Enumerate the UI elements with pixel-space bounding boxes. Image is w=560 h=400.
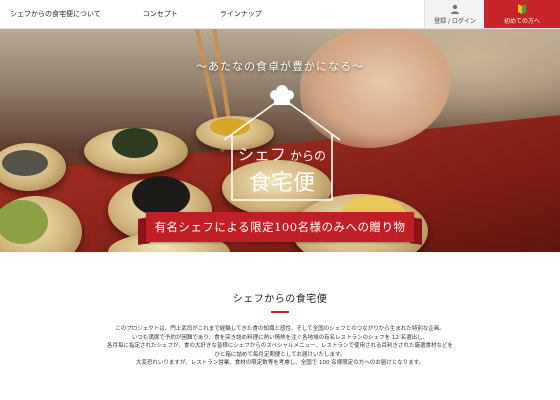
beginner-mark-icon xyxy=(518,3,526,14)
site-logo: シェフ からの 食宅便 xyxy=(223,85,341,201)
title-underline xyxy=(271,311,289,313)
main-nav: シェフからの食宅便について コンセプト ラインナップ xyxy=(0,0,304,28)
chef-hat-icon xyxy=(270,85,294,105)
svg-text:シェフ: シェフ xyxy=(238,145,286,164)
section-title: シェフからの食宅便 xyxy=(232,294,328,305)
about-paragraph: 各月毎に指定されたシェフが、食の大好きな皆様にシェフからのスペシャルメニュー、レ… xyxy=(107,343,453,350)
nav-link-concept[interactable]: コンセプト xyxy=(143,9,178,19)
about-body: このプロジェクトは、門上武司がこれまで経験してきた食の知識と感性、そして全国のシ… xyxy=(100,325,460,368)
hero-ribbon-banner: 有名シェフによる限定100名様のみへの贈り物 xyxy=(146,212,414,242)
about-paragraph: いつも満席で予約が困難であり、食を突き詰め料理に熱い情熱を注ぐ各地域の有名レスト… xyxy=(131,334,429,341)
login-button-label: 登録 / ログイン xyxy=(434,17,476,25)
login-button[interactable]: 登録 / ログイン xyxy=(424,0,485,28)
svg-text:食宅便: 食宅便 xyxy=(249,171,315,196)
svg-text:からの: からの xyxy=(290,149,326,163)
about-paragraph: このプロジェクトは、門上武司がこれまで経験してきた食の知識と感性、そして全国のシ… xyxy=(115,326,445,332)
nav-link-about[interactable]: シェフからの食宅便について xyxy=(10,9,101,19)
hero-tagline: 〜あたなの食卓が豊かになる〜 xyxy=(196,60,364,73)
first-time-button[interactable]: 初めての方へ xyxy=(484,0,560,28)
user-icon xyxy=(451,4,459,14)
food xyxy=(2,150,48,176)
food xyxy=(112,128,158,158)
food xyxy=(132,176,190,216)
site-header: シェフからの食宅便について コンセプト ラインナップ 登録 / ログイン 初めて… xyxy=(0,0,560,29)
about-paragraph: 大変恐れいりますが、レストラン営業、食材の限定数等を考慮し、全国で 100 名様… xyxy=(135,360,425,367)
nav-link-lineup[interactable]: ラインナップ xyxy=(220,9,262,19)
about-paragraph: ひと箱に詰めて毎月定期便としてお届けいたします。 xyxy=(214,351,346,358)
first-time-button-label: 初めての方へ xyxy=(503,17,540,25)
